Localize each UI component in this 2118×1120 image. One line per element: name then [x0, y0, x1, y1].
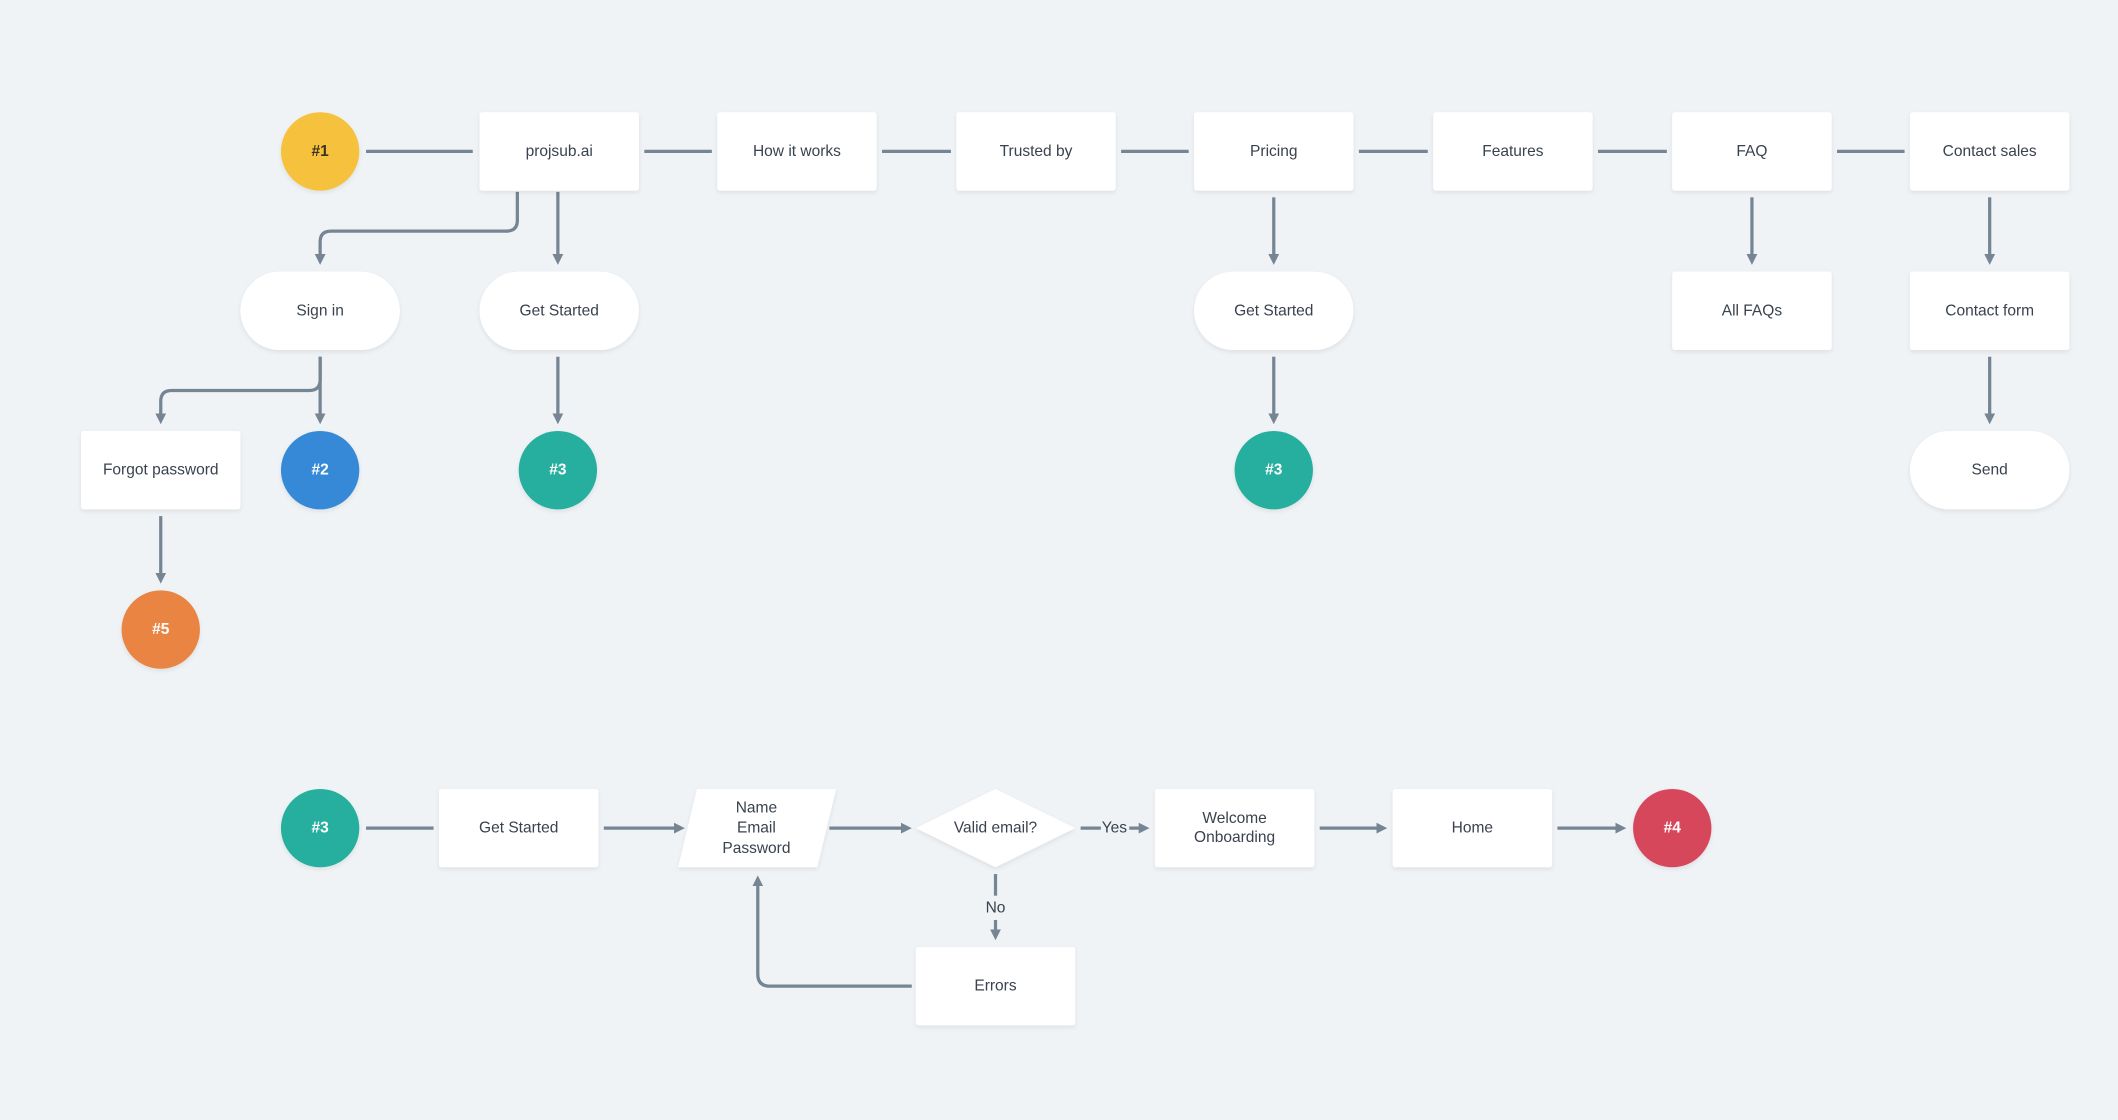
node-contact-form[interactable]: Contact form	[1909, 271, 2070, 350]
marker-label: #1	[311, 143, 329, 160]
marker-3-flow-start[interactable]: #3	[280, 788, 360, 868]
node-label: Pricing	[1250, 143, 1297, 160]
node-label: Forgot password	[103, 462, 219, 479]
node-errors[interactable]: Errors	[915, 946, 1076, 1026]
marker-label: #4	[1664, 820, 1682, 837]
node-pricing-get-started[interactable]: Get Started	[1194, 271, 1354, 350]
node-label: FAQ	[1736, 143, 1767, 160]
node-label: Onboarding	[1194, 829, 1275, 846]
node-trusted-by[interactable]: Trusted by	[956, 112, 1116, 191]
marker-label: #3	[1265, 462, 1283, 479]
node-faq[interactable]: FAQ	[1672, 112, 1832, 191]
node-label: projsub.ai	[526, 143, 593, 160]
node-label: All FAQs	[1722, 302, 1783, 319]
node-label: How it works	[753, 143, 841, 160]
marker-1[interactable]: #1	[280, 112, 360, 191]
node-contact-sales[interactable]: Contact sales	[1909, 112, 2070, 191]
node-label: Contact form	[1945, 302, 2034, 319]
node-label: Home	[1452, 820, 1493, 837]
node-label: Get Started	[520, 302, 599, 319]
node-label: Get Started	[1234, 302, 1313, 319]
node-get-started[interactable]: Get Started	[479, 271, 639, 350]
node-label: Features	[1482, 143, 1543, 160]
node-label: Errors	[974, 978, 1016, 995]
node-home[interactable]: Home	[1392, 788, 1553, 868]
yes-label: Yes	[1102, 820, 1128, 837]
marker-3[interactable]: #3	[518, 431, 598, 510]
marker-label: #2	[311, 462, 329, 479]
node-label: Welcome	[1202, 810, 1266, 827]
field-label-password: Password	[722, 840, 790, 857]
node-sign-in[interactable]: Sign in	[240, 271, 400, 350]
node-flow-get-started[interactable]: Get Started	[438, 788, 599, 868]
node-forgot-password[interactable]: Forgot password	[81, 431, 241, 510]
field-label-email: Email	[737, 820, 776, 837]
node-label: Trusted by	[1000, 143, 1073, 160]
node-label: Sign in	[296, 302, 343, 319]
node-features[interactable]: Features	[1433, 112, 1593, 191]
field-label-name: Name	[736, 799, 777, 816]
node-projsub[interactable]: projsub.ai	[479, 112, 639, 191]
node-all-faqs[interactable]: All FAQs	[1672, 271, 1832, 350]
node-label: Contact sales	[1943, 143, 2037, 160]
no-label: No	[986, 899, 1006, 916]
marker-3[interactable]: #3	[1234, 431, 1313, 510]
marker-label: #3	[311, 820, 329, 837]
marker-5[interactable]: #5	[121, 590, 200, 669]
node-pricing[interactable]: Pricing	[1194, 112, 1354, 191]
node-label: Send	[1972, 462, 2008, 479]
marker-2[interactable]: #2	[280, 431, 360, 510]
node-label: Valid email?	[954, 820, 1038, 837]
node-label: Get Started	[479, 820, 558, 837]
node-welcome-onboarding[interactable]: Welcome Onboarding	[1154, 788, 1315, 868]
flowchart-canvas: #1 projsub.ai How it works Trusted by Pr…	[0, 0, 2118, 1120]
node-how-it-works[interactable]: How it works	[717, 112, 877, 191]
node-input-fields[interactable]: Name Email Password	[678, 788, 837, 868]
marker-label: #3	[549, 462, 567, 479]
marker-4[interactable]: #4	[1633, 788, 1712, 868]
marker-label: #5	[152, 621, 170, 638]
node-send[interactable]: Send	[1909, 431, 2070, 510]
